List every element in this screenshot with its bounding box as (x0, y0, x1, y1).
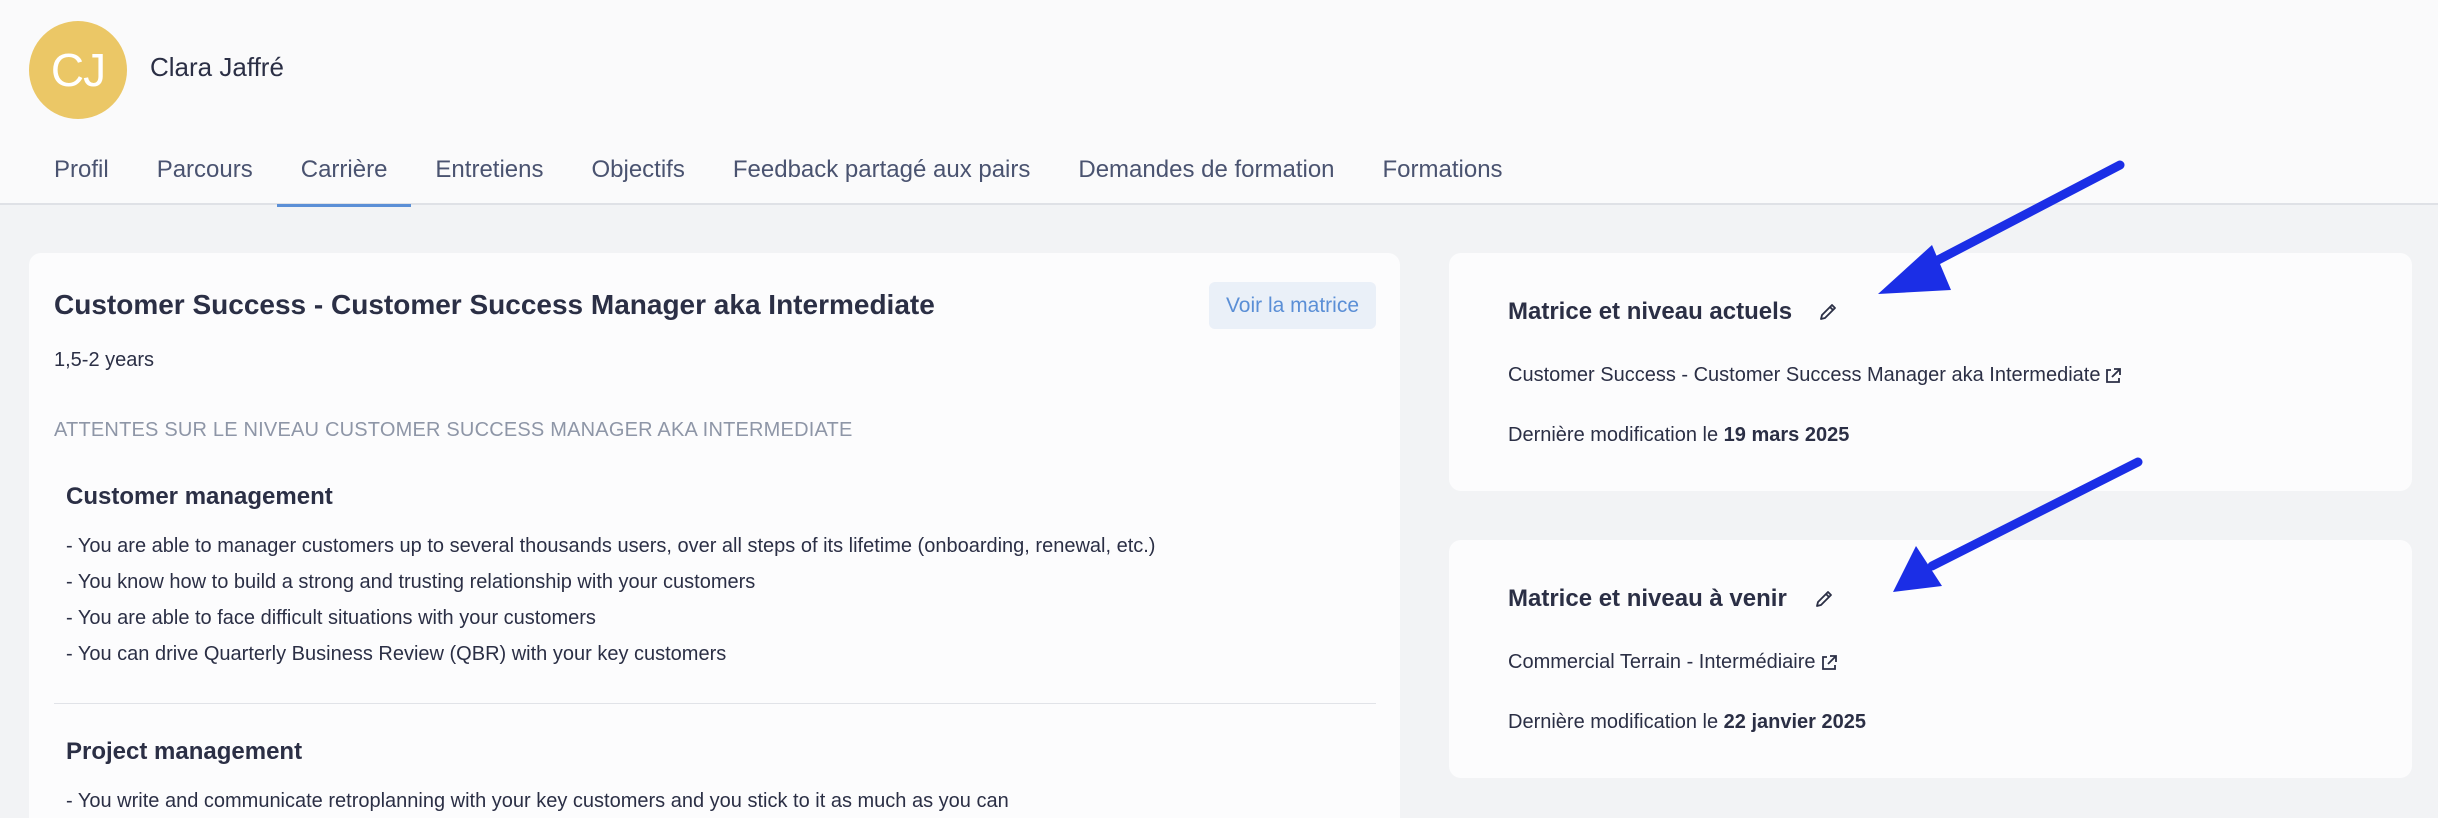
tab-bar: Profil Parcours Carrière Entretiens Obje… (30, 150, 1527, 207)
tab-feedback[interactable]: Feedback partagé aux pairs (709, 150, 1055, 205)
section-divider (54, 703, 1376, 704)
current-matrix-link[interactable]: Customer Success - Customer Success Mana… (1508, 364, 2123, 387)
current-matrix-modified-date: 19 mars 2025 (1723, 424, 1850, 446)
list-item: - You know how to build a strong and tru… (66, 571, 756, 593)
level-years: 1,5-2 years (54, 349, 155, 371)
list-item: - You write and communicate retroplannin… (66, 790, 1009, 812)
tab-carriere[interactable]: Carrière (276, 150, 412, 207)
avatar: CJ (29, 21, 127, 119)
tab-parcours[interactable]: Parcours (133, 150, 277, 205)
section-title-project-management: Project management (66, 738, 303, 765)
list-item: - You can drive Quarterly Business Revie… (66, 643, 727, 665)
profile-header: CJ Clara Jaffré Profil Parcours Carrière… (0, 0, 2438, 207)
list-item: - You are able to face difficult situati… (66, 607, 596, 629)
section-title-customer-management: Customer management (66, 483, 333, 510)
level-title: Customer Success - Customer Success Mana… (54, 289, 935, 320)
tab-objectifs[interactable]: Objectifs (567, 150, 708, 205)
upcoming-matrix-title: Matrice et niveau à venir (1508, 585, 1787, 612)
view-matrix-button[interactable]: Voir la matrice (1208, 282, 1376, 329)
project-management-list: - You write and communicate retroplannin… (66, 783, 1009, 818)
current-matrix-card: Matrice et niveau actuels Customer Succe… (1449, 253, 2412, 491)
upcoming-matrix-link-text: Commercial Terrain - Intermédiaire (1508, 651, 1816, 673)
upcoming-matrix-link[interactable]: Commercial Terrain - Intermédiaire (1508, 651, 1839, 674)
upcoming-matrix-modified-date: 22 janvier 2025 (1723, 711, 1866, 733)
level-details-card: Customer Success - Customer Success Mana… (29, 253, 1400, 818)
tab-demandes-formation[interactable]: Demandes de formation (1054, 150, 1358, 205)
current-matrix-link-text: Customer Success - Customer Success Mana… (1508, 364, 2101, 386)
external-link-icon (2106, 367, 2122, 383)
customer-management-list: - You are able to manager customers up t… (66, 528, 1155, 672)
external-link-icon (1821, 654, 1837, 670)
list-item: - You are able to manager customers up t… (66, 535, 1156, 557)
upcoming-matrix-modified: Dernière modification le 22 janvier 2025 (1508, 711, 1866, 733)
tab-formations[interactable]: Formations (1359, 150, 1527, 205)
current-matrix-modified: Dernière modification le 19 mars 2025 (1508, 424, 1850, 446)
tab-entretiens[interactable]: Entretiens (411, 150, 567, 205)
expectations-heading: ATTENTES SUR LE NIVEAU CUSTOMER SUCCESS … (54, 419, 853, 441)
upcoming-matrix-card: Matrice et niveau à venir Commercial Ter… (1449, 540, 2412, 778)
pencil-icon[interactable] (1817, 301, 1839, 323)
current-matrix-title: Matrice et niveau actuels (1508, 298, 1793, 325)
user-name: Clara Jaffré (150, 52, 284, 82)
pencil-icon[interactable] (1813, 588, 1835, 610)
tab-profil[interactable]: Profil (30, 150, 133, 205)
